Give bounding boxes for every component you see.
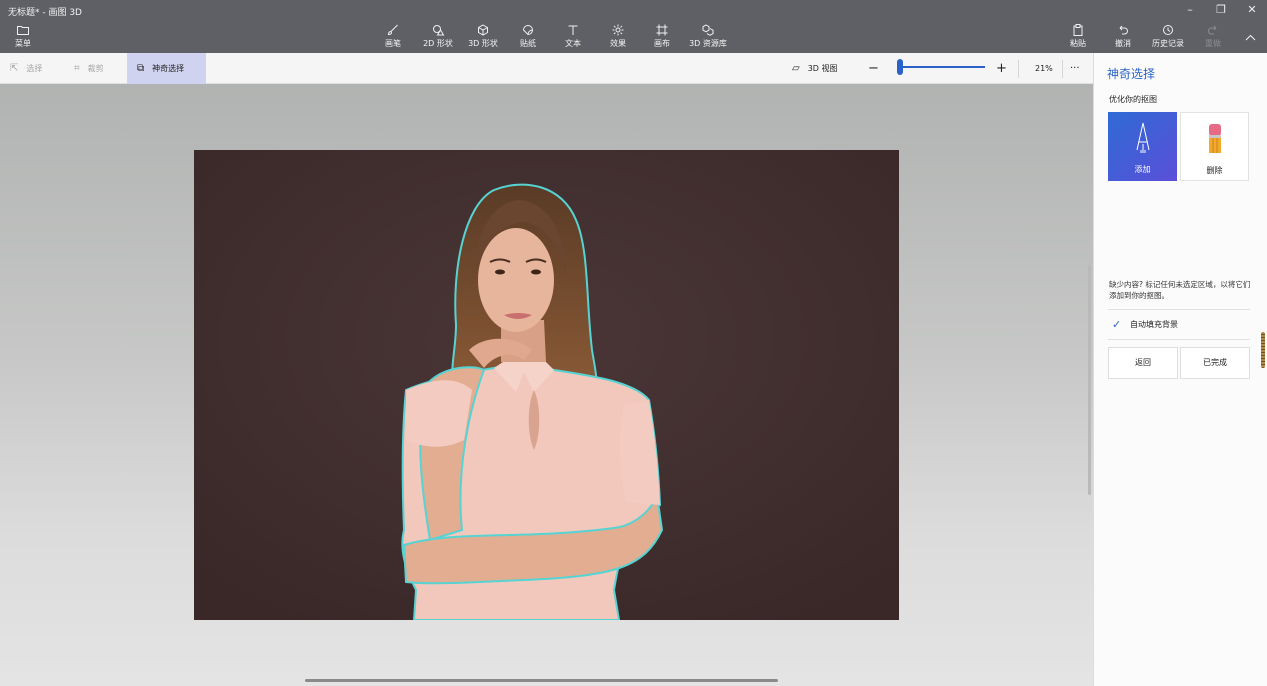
autofill-checkbox[interactable]: ✓	[1112, 319, 1124, 331]
select-label: 选择	[26, 64, 43, 73]
zoom-slider[interactable]	[897, 66, 985, 68]
zoom-level: 21%	[1035, 64, 1053, 73]
add-region-button[interactable]: 添加	[1108, 112, 1177, 181]
crop-button[interactable]: ⌗ 裁剪	[74, 53, 104, 84]
remove-label: 删除	[1206, 166, 1223, 175]
toolbar-divider	[1018, 60, 1019, 78]
redo-icon	[1201, 24, 1225, 39]
tool-effects[interactable]: 效果	[606, 24, 630, 51]
done-button[interactable]: 已完成	[1180, 347, 1250, 379]
canvas-vertical-scrollbar[interactable]	[1088, 265, 1091, 495]
maximize-button[interactable]: ❐	[1206, 2, 1236, 18]
tool-label: 3D 形状	[468, 39, 498, 48]
autofill-label: 自动填充背景	[1130, 320, 1178, 329]
eraser-icon	[1209, 124, 1221, 153]
redo-label: 重做	[1205, 39, 1221, 48]
canvas-image[interactable]	[194, 150, 899, 620]
undo-button[interactable]: 撤消	[1111, 24, 1135, 51]
folder-icon	[10, 24, 36, 39]
history-button[interactable]: 历史记录	[1150, 24, 1186, 51]
panel-title: 神奇选择	[1107, 67, 1156, 81]
tool-label: 贴纸	[520, 39, 536, 48]
tool-stickers[interactable]: 贴纸	[516, 24, 540, 51]
panel-subtitle: 优化你的抠图	[1109, 95, 1157, 104]
back-button[interactable]: 返回	[1108, 347, 1178, 379]
magic-select-panel: 神奇选择 优化你的抠图 添加 删除 缺少内容? 标记任何未选定区域，以将它们添加…	[1093, 53, 1267, 686]
undo-label: 撤消	[1115, 39, 1131, 48]
3d-shapes-icon	[467, 24, 499, 39]
pen-add-icon	[1136, 122, 1150, 153]
checkmark-icon: ✓	[1112, 318, 1122, 331]
paste-label: 粘贴	[1070, 39, 1086, 48]
history-icon	[1150, 24, 1186, 39]
woman-photo	[194, 150, 899, 620]
tool-label: 效果	[610, 39, 626, 48]
tool-3d-library[interactable]: 3D 资源库	[688, 24, 728, 51]
canvas-horizontal-scrollbar[interactable]	[305, 679, 778, 682]
3d-view-label: 3D 视图	[807, 64, 838, 73]
magic-select-label: 神奇选择	[152, 64, 185, 73]
3d-view-toggle[interactable]: ▱ 3D 视图	[792, 53, 838, 84]
tool-3d-shapes[interactable]: 3D 形状	[467, 24, 499, 51]
more-options-button[interactable]: ···	[1070, 53, 1080, 84]
selection-toolbar: ⇱ 选择 ⌗ 裁剪 ⧉ 神奇选择 ▱ 3D 视图 − + 21% ···	[0, 53, 1093, 84]
panel-divider	[1108, 339, 1250, 340]
paste-icon	[1066, 24, 1090, 39]
crop-label: 裁剪	[87, 64, 104, 73]
minimize-button[interactable]: –	[1175, 2, 1205, 18]
panel-hint: 缺少内容? 标记任何未选定区域，以将它们添加到你的抠图。	[1109, 280, 1251, 300]
history-label: 历史记录	[1152, 39, 1184, 48]
zoom-slider-thumb[interactable]	[897, 59, 903, 75]
tool-label: 2D 形状	[423, 39, 453, 48]
effects-icon	[606, 24, 630, 39]
cursor-icon: ⇱	[10, 63, 19, 74]
2d-shapes-icon	[422, 24, 454, 39]
tool-label: 画笔	[385, 39, 401, 48]
tool-2d-shapes[interactable]: 2D 形状	[422, 24, 454, 51]
text-icon	[561, 24, 585, 39]
toolbar-divider	[1062, 60, 1063, 78]
select-button[interactable]: ⇱ 选择	[10, 53, 42, 84]
3d-view-icon: ▱	[792, 63, 800, 74]
menu-label: 菜单	[15, 39, 31, 48]
title-toolbar: 无标题* - 画图 3D – ❐ ✕ 菜单 画笔 2D 形状 3D 形状 贴纸	[0, 0, 1267, 53]
add-label: 添加	[1134, 165, 1151, 174]
tool-text[interactable]: 文本	[561, 24, 585, 51]
3d-library-icon	[688, 24, 728, 39]
magic-select-button[interactable]: ⧉ 神奇选择	[127, 53, 206, 84]
close-button[interactable]: ✕	[1237, 2, 1267, 18]
magic-select-icon: ⧉	[137, 63, 145, 74]
tool-canvas[interactable]: 画布	[650, 24, 674, 51]
redo-button[interactable]: 重做	[1201, 24, 1225, 51]
crop-icon: ⌗	[74, 63, 80, 74]
panel-divider	[1108, 309, 1250, 310]
tool-label: 文本	[565, 39, 581, 48]
paste-button[interactable]: 粘贴	[1066, 24, 1090, 51]
tool-label: 3D 资源库	[689, 39, 727, 48]
undo-icon	[1111, 24, 1135, 39]
panel-scrollbar[interactable]	[1261, 332, 1265, 368]
stickers-icon	[516, 24, 540, 39]
brush-icon	[380, 24, 406, 39]
minus-icon: −	[868, 61, 879, 76]
canvas-icon	[650, 24, 674, 39]
chevron-up-icon	[1241, 30, 1259, 45]
zoom-out-button[interactable]: −	[868, 53, 879, 84]
tool-label: 画布	[654, 39, 670, 48]
window-title: 无标题* - 画图 3D	[8, 8, 82, 18]
plus-icon: +	[996, 61, 1007, 76]
tool-brushes[interactable]: 画笔	[380, 24, 406, 51]
remove-region-button[interactable]: 删除	[1180, 112, 1249, 181]
zoom-in-button[interactable]: +	[996, 53, 1007, 84]
menu-button[interactable]: 菜单	[10, 24, 36, 51]
